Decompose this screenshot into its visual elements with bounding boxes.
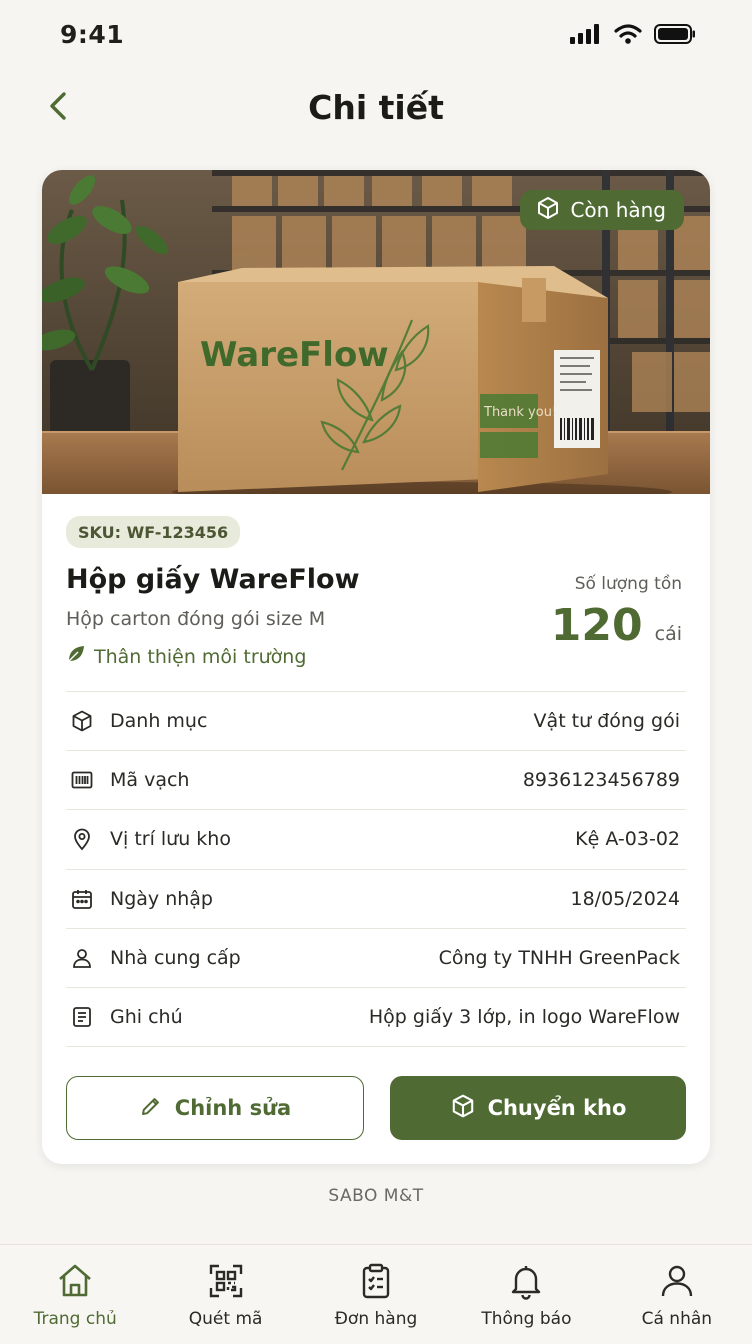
detail-row-category: Danh mục Vật tư đóng gói [66,692,686,752]
detail-label: Danh mục [110,710,208,733]
home-icon [55,1261,95,1301]
box-icon [68,707,96,735]
detail-label: Ngày nhập [110,887,213,910]
scan-icon [206,1261,246,1301]
box-icon [536,196,560,225]
signal-icon [570,24,602,48]
product-image: WareFlow Thank you! Còn hàng [42,170,710,494]
status-bar: 9:41 [0,0,752,72]
nav-item-profile[interactable]: Cá nhân [602,1245,752,1344]
user-icon [68,944,96,972]
screen: 9:41 Chi tiết WareFlow Thank you! Còn hà… [0,0,752,1344]
edit-button[interactable]: Chỉnh sửa [66,1076,364,1140]
detail-row-supplier: Nhà cung cấp Công ty TNHH GreenPack [66,929,686,988]
detail-value: 8936123456789 [522,769,680,792]
quantity-label: Số lượng tồn [574,574,682,594]
product-name: Hộp giấy WareFlow [66,564,360,595]
header: Chi tiết [0,72,752,148]
stock-status-badge: Còn hàng [520,190,684,230]
calendar-icon [68,885,96,913]
sku-badge: SKU: WF-123456 [66,516,241,548]
barcode-icon [68,766,96,794]
bottom-nav: Trang chủ Quét mã Đơn hàng Thông báo Cá … [0,1244,752,1344]
detail-label: Mã vạch [110,769,190,792]
box-brand-text: WareFlow [200,335,389,375]
status-time: 9:41 [60,20,125,49]
nav-item-scan[interactable]: Quét mã [150,1245,300,1344]
eco-tag: Thân thiện môi trường [66,644,306,669]
edit-button-label: Chỉnh sửa [174,1096,292,1120]
details-list: Danh mục Vật tư đóng gói Mã vạch 8936123… [66,691,686,1048]
footer-brand: SABO M&T [328,1186,424,1206]
product-card: WareFlow Thank you! Còn hàng SKU: WF-123… [42,170,710,1164]
nav-label: Thông báo [481,1309,572,1329]
detail-row-barcode: Mã vạch 8936123456789 [66,751,686,811]
box-icon [450,1093,476,1124]
bell-icon [506,1261,546,1301]
detail-label: Ghi chú [110,1006,183,1029]
quantity-unit: cái [654,623,682,645]
clipboard-icon [356,1261,396,1301]
transfer-warehouse-button[interactable]: Chuyển kho [390,1076,686,1140]
status-icons [570,24,696,48]
detail-value: 18/05/2024 [570,887,680,910]
action-buttons: Chỉnh sửa Chuyển kho [66,1076,686,1140]
detail-label: Nhà cung cấp [110,946,241,969]
detail-row-note: Ghi chú Hộp giấy 3 lớp, in logo WareFlow [66,988,686,1048]
wifi-icon [614,24,642,48]
location-pin-icon [68,825,96,853]
nav-label: Quét mã [188,1309,263,1329]
leaf-icon [66,644,86,669]
stock-status-text: Còn hàng [570,198,666,222]
battery-icon [654,24,696,48]
quantity-number: 120 [550,600,643,651]
box-sticker-text: Thank you! [483,405,557,420]
detail-value: Kệ A-03-02 [575,828,680,851]
nav-item-notifications[interactable]: Thông báo [451,1245,601,1344]
profile-icon [657,1261,697,1301]
pencil-icon [139,1094,163,1123]
detail-label: Vị trí lưu kho [110,828,231,851]
detail-value: Vật tư đóng gói [533,710,680,733]
nav-item-orders[interactable]: Đơn hàng [301,1245,451,1344]
note-icon [68,1003,96,1031]
transfer-button-label: Chuyển kho [487,1096,627,1120]
eco-tag-text: Thân thiện môi trường [94,645,307,668]
detail-value: Công ty TNHH GreenPack [438,946,680,969]
detail-row-date: Ngày nhập 18/05/2024 [66,870,686,929]
nav-label: Trang chủ [33,1309,117,1329]
nav-label: Cá nhân [641,1309,713,1329]
detail-row-location: Vị trí lưu kho Kệ A-03-02 [66,810,686,870]
detail-value: Hộp giấy 3 lớp, in logo WareFlow [368,1006,680,1029]
product-description: Hộp carton đóng gói size M [66,608,326,630]
nav-item-home[interactable]: Trang chủ [0,1245,150,1344]
page-title: Chi tiết [308,88,444,127]
nav-label: Đơn hàng [334,1309,418,1329]
quantity-value: 120 cái [551,600,682,651]
